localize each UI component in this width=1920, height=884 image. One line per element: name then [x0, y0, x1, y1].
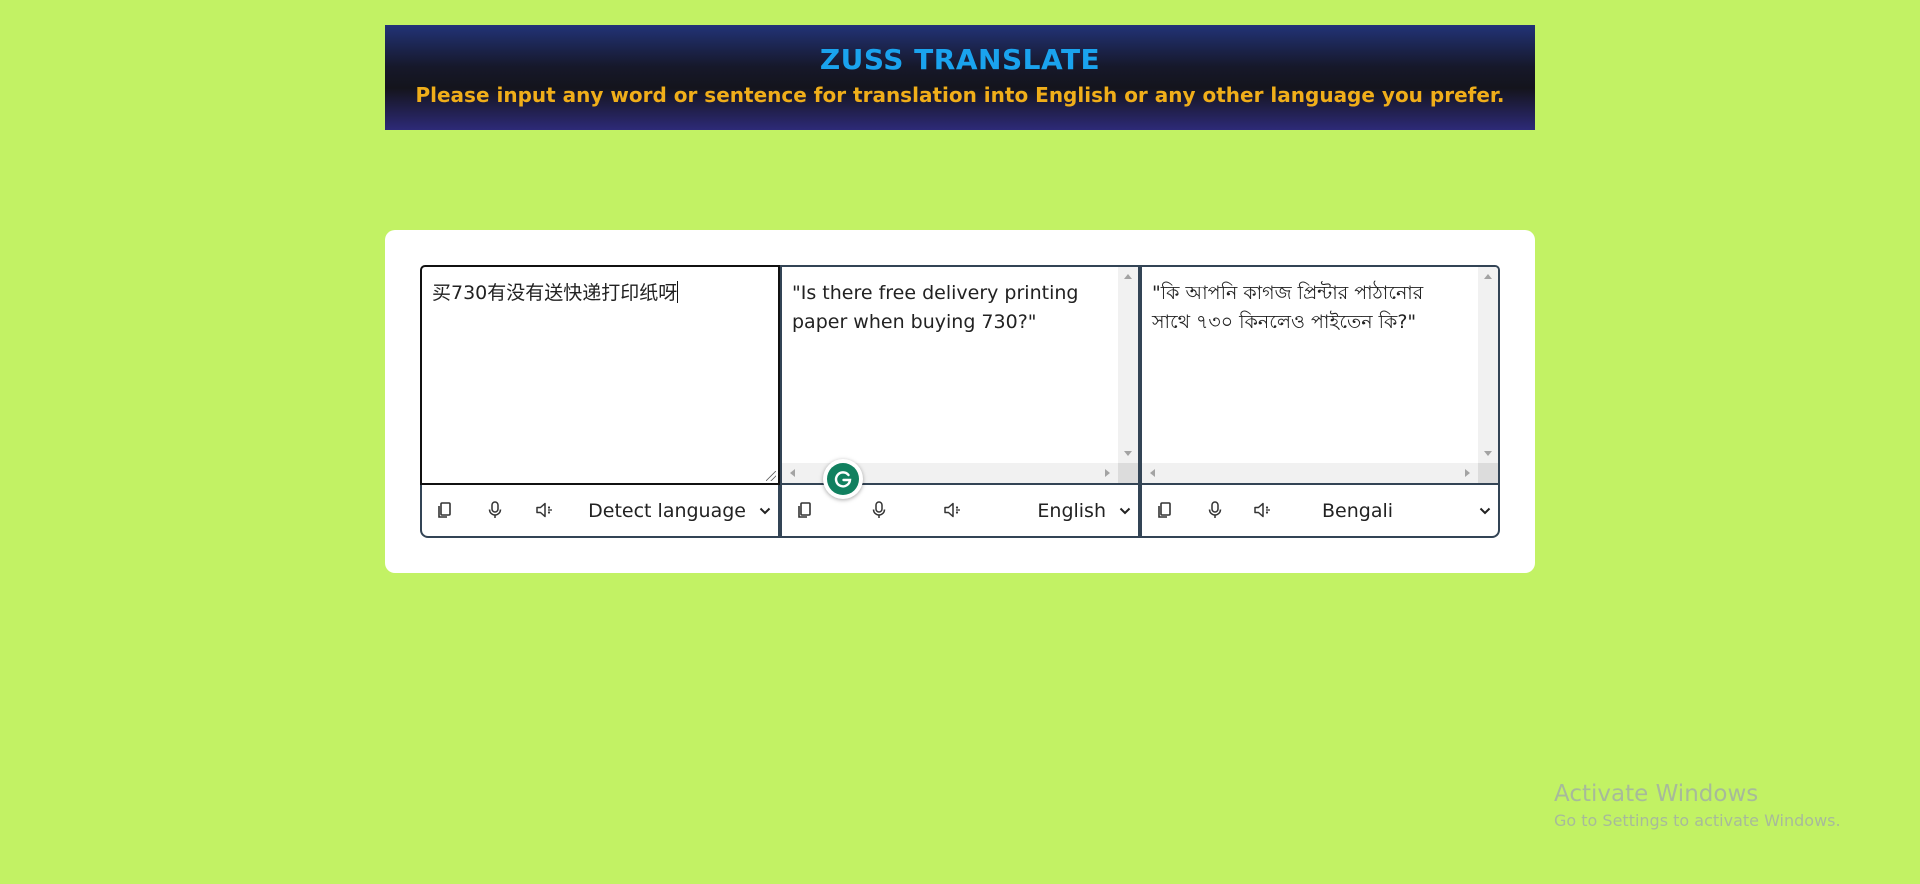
microphone-icon[interactable] [484, 499, 506, 521]
bengali-toolbar: Bengali [1140, 485, 1500, 538]
bengali-output[interactable]: "কি আপনি কাগজ প্রিন্টার পাঠানোর সাথে ৭৩০… [1140, 265, 1500, 485]
english-language-label: English [1037, 500, 1106, 522]
scroll-right-icon[interactable] [1105, 469, 1110, 477]
copy-icon[interactable] [794, 499, 816, 521]
source-text: 买730有没有送快递打印纸呀 [432, 282, 678, 304]
scroll-corner [1118, 463, 1138, 483]
source-textarea[interactable]: 买730有没有送快递打印纸呀 [420, 265, 780, 485]
source-toolbar: Detect language [420, 485, 780, 538]
source-language-label: Detect language [588, 500, 746, 522]
translator-card: 买730有没有送快递打印纸呀 Detect language "Is there… [385, 230, 1535, 573]
text-caret [677, 281, 679, 303]
chevron-down-icon [759, 507, 771, 515]
scroll-up-icon[interactable] [1124, 274, 1132, 279]
watermark-title: Activate Windows [1554, 781, 1759, 807]
vertical-scrollbar[interactable] [1118, 267, 1138, 463]
copy-icon[interactable] [1154, 499, 1176, 521]
grammarly-g-icon [834, 471, 852, 488]
speaker-icon[interactable] [942, 499, 964, 521]
english-output[interactable]: "Is there free delivery printing paper w… [780, 265, 1140, 485]
scroll-left-icon[interactable] [790, 469, 795, 477]
chevron-down-icon [1479, 507, 1491, 515]
scroll-down-icon[interactable] [1484, 451, 1492, 456]
chevron-down-icon [1119, 507, 1131, 515]
copy-icon[interactable] [434, 499, 456, 521]
speaker-icon[interactable] [1252, 499, 1274, 521]
bengali-text: "কি আপনি কাগজ প্রিন্টার পাঠানোর সাথে ৭৩০… [1152, 282, 1430, 333]
source-pane: 买730有没有送快递打印纸呀 Detect language [420, 265, 780, 538]
english-text: "Is there free delivery printing paper w… [792, 282, 1085, 333]
bengali-pane: "কি আপনি কাগজ প্রিন্টার পাঠানোর সাথে ৭৩০… [1140, 265, 1500, 538]
speaker-icon[interactable] [534, 499, 556, 521]
resize-handle[interactable] [766, 471, 776, 481]
source-language-select[interactable]: Detect language [588, 493, 772, 529]
horizontal-scrollbar[interactable] [1142, 463, 1478, 483]
target-language-select-english[interactable]: English [1037, 493, 1132, 529]
scroll-right-icon[interactable] [1465, 469, 1470, 477]
scroll-down-icon[interactable] [1124, 451, 1132, 456]
translation-panes: 买730有没有送快递打印纸呀 Detect language "Is there… [420, 265, 1500, 538]
microphone-icon[interactable] [868, 499, 890, 521]
bengali-language-label: Bengali [1322, 500, 1394, 522]
windows-activation-watermark: Activate Windows Go to Settings to activ… [1554, 779, 1841, 833]
scroll-up-icon[interactable] [1484, 274, 1492, 279]
microphone-icon[interactable] [1204, 499, 1226, 521]
watermark-subtitle: Go to Settings to activate Windows. [1554, 811, 1841, 830]
scroll-left-icon[interactable] [1150, 469, 1155, 477]
app-title: ZUSS TRANSLATE [819, 43, 1101, 76]
target-language-select-bengali[interactable]: Bengali [1302, 493, 1492, 529]
grammarly-icon[interactable] [823, 459, 863, 499]
app-subtitle: Please input any word or sentence for tr… [415, 83, 1505, 107]
vertical-scrollbar[interactable] [1478, 267, 1498, 463]
app-header: ZUSS TRANSLATE Please input any word or … [385, 25, 1535, 130]
scroll-corner [1478, 463, 1498, 483]
